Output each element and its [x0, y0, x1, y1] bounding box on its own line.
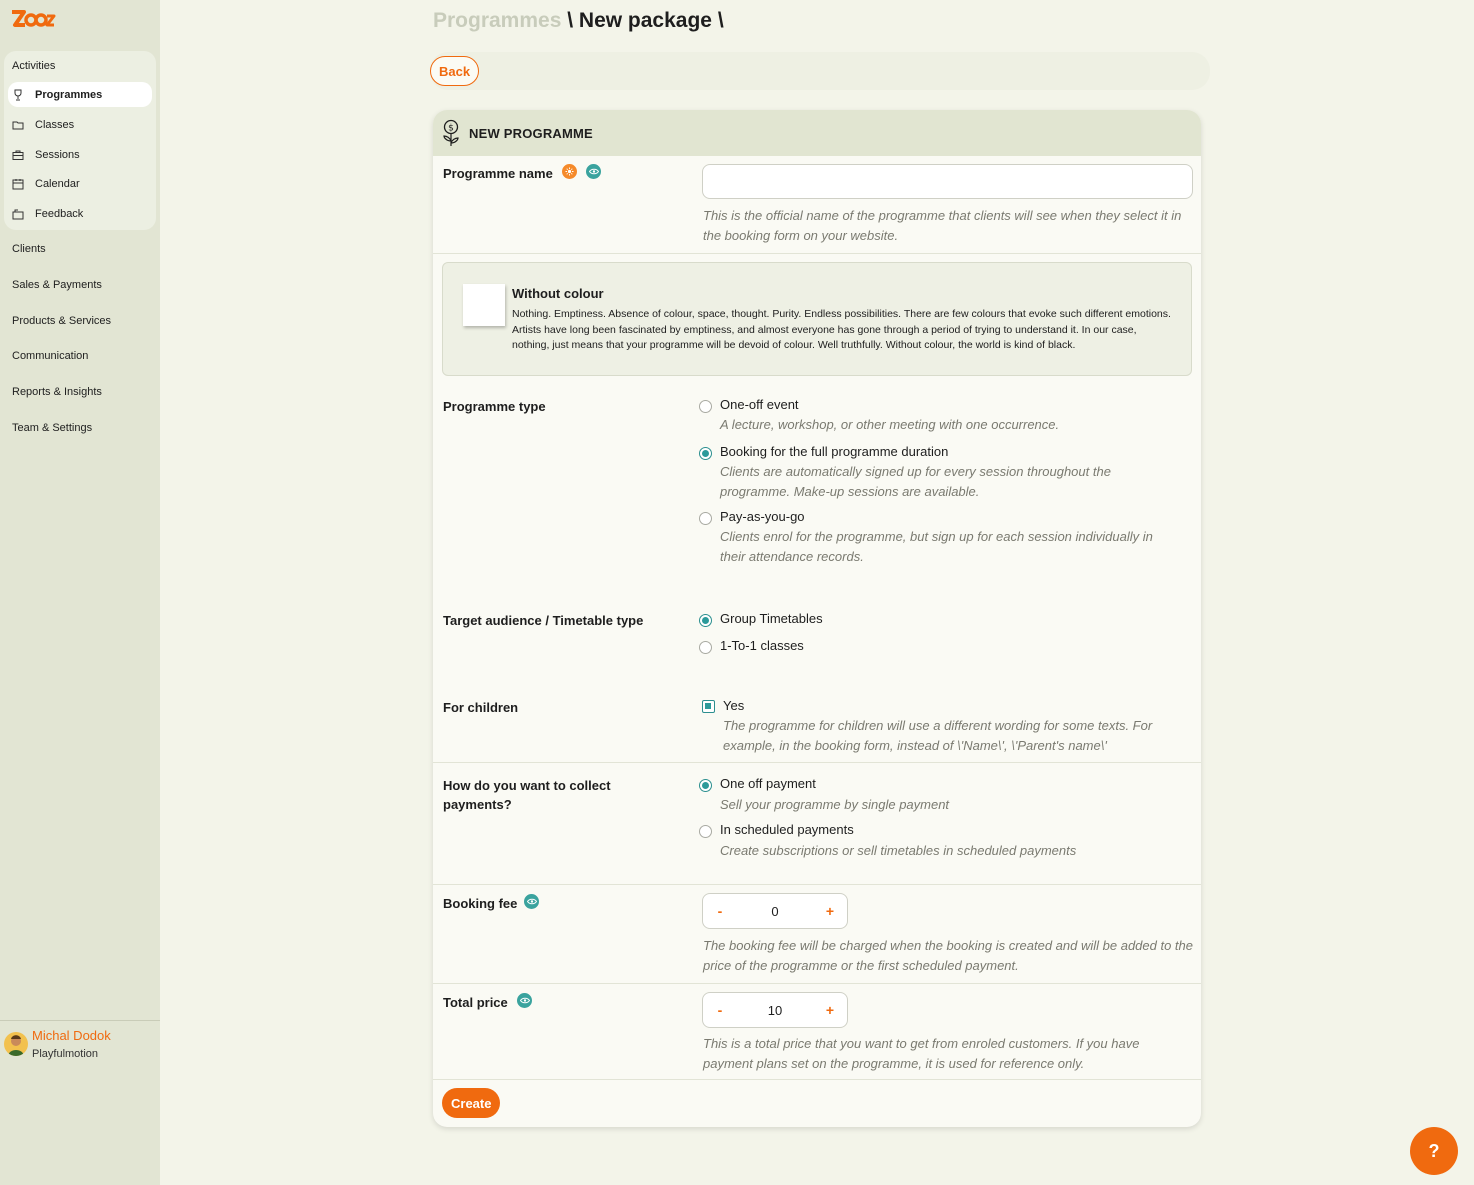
back-button[interactable]: Back: [430, 56, 480, 86]
programme-name-label: Programme name: [443, 166, 553, 181]
total-price-stepper: - 10 +: [702, 992, 848, 1028]
total-price-row: Total price - 10 + This is a total price…: [433, 984, 1201, 1080]
programme-name-row: Programme name This is the official name…: [433, 156, 1201, 254]
booking-fee-stepper: - 0 +: [702, 893, 848, 929]
sidebar-item-label: Feedback: [35, 207, 84, 220]
visible-to-clients-icon[interactable]: [524, 894, 539, 909]
increment-button[interactable]: +: [813, 993, 847, 1027]
nav-products-services[interactable]: Products & Services: [12, 315, 111, 327]
visible-to-clients-icon[interactable]: [517, 993, 532, 1008]
sidebar-item-programmes[interactable]: Programmes: [8, 82, 152, 107]
booking-fee-row: Booking fee - 0 + The booking fee will b…: [433, 885, 1201, 984]
user-name: Michal Dodok: [32, 1028, 111, 1043]
avatar: [4, 1032, 28, 1056]
booking-fee-label: Booking fee: [443, 896, 518, 911]
hint-pay-as-you-go: Clients enrol for the programme, but sig…: [720, 529, 1153, 564]
question-icon: ?: [1428, 1140, 1440, 1161]
programme-type-row: Programme type One-off event A lecture, …: [433, 385, 1201, 763]
total-price-value[interactable]: 10: [737, 1003, 813, 1018]
decrement-button[interactable]: -: [703, 894, 737, 928]
option-pay-as-you-go[interactable]: Pay-as-you-go: [720, 509, 805, 524]
sidebar-item-classes[interactable]: Classes: [8, 112, 152, 137]
folder-icon: [11, 118, 25, 132]
feedback-icon: [11, 207, 25, 221]
hint-full-duration: Clients are automatically signed up for …: [720, 464, 1111, 499]
target-audience-label: Target audience / Timetable type: [443, 613, 644, 628]
total-price-hint: This is a total price that you want to g…: [703, 1036, 1140, 1071]
sidebar-item-label: Calendar: [35, 177, 80, 190]
nav-reports-insights[interactable]: Reports & Insights: [12, 386, 102, 398]
for-children-option[interactable]: Yes: [723, 698, 744, 713]
sidebar-item-sessions[interactable]: Sessions: [8, 142, 152, 167]
booking-fee-hint: The booking fee will be charged when the…: [703, 938, 1193, 973]
help-button[interactable]: ?: [1410, 1127, 1458, 1175]
visible-to-clients-icon[interactable]: [586, 164, 601, 179]
required-icon: [562, 164, 577, 179]
nav-team-settings[interactable]: Team & Settings: [12, 422, 92, 434]
user-profile[interactable]: Michal Dodok Playfulmotion: [0, 1020, 160, 1060]
radio-full-duration[interactable]: [699, 447, 712, 460]
option-group-timetables[interactable]: Group Timetables: [720, 611, 823, 626]
sidebar-item-label: Programmes: [35, 88, 103, 101]
trophy-icon: [11, 88, 25, 102]
booking-fee-value[interactable]: 0: [737, 904, 813, 919]
decrement-button[interactable]: -: [703, 993, 737, 1027]
programme-colour-picker[interactable]: Without colour Nothing. Emptiness. Absen…: [442, 262, 1192, 376]
money-plant-icon: $: [441, 119, 461, 147]
breadcrumb-separator: \: [711, 9, 724, 32]
sidebar-item-label: Sessions: [35, 148, 80, 161]
calendar-icon: [11, 177, 25, 191]
payments-label: How do you want to collect payments?: [443, 778, 611, 812]
nav-clients[interactable]: Clients: [12, 243, 46, 255]
sidebar-item-label: Classes: [35, 118, 75, 131]
total-price-label: Total price: [443, 995, 508, 1010]
breadcrumb-separator: \: [561, 9, 579, 32]
hint-one-off-event: A lecture, workshop, or other meeting wi…: [720, 417, 1060, 432]
programme-name-input[interactable]: [702, 164, 1193, 199]
colour-name: Without colour: [512, 286, 604, 301]
toolbar: Back: [430, 52, 1210, 90]
programme-name-hint: This is the official name of the program…: [703, 208, 1182, 243]
breadcrumb-programmes[interactable]: Programmes: [433, 9, 561, 32]
payments-row: How do you want to collect payments? One…: [433, 763, 1201, 885]
radio-one-off-event[interactable]: [699, 400, 712, 413]
radio-scheduled-payments[interactable]: [699, 825, 712, 838]
svg-text:$: $: [448, 124, 454, 134]
hint-one-off-payment: Sell your programme by single payment: [720, 797, 950, 812]
hint-scheduled-payments: Create subscriptions or sell timetables …: [720, 843, 1077, 858]
for-children-checkbox[interactable]: [702, 700, 715, 713]
card-header: $ NEW PROGRAMME: [433, 110, 1201, 156]
zooza-logo[interactable]: [10, 8, 56, 30]
page-title: New package: [578, 9, 712, 32]
sidebar: Activities Programmes Classes Sessions C…: [0, 0, 160, 1185]
option-full-duration[interactable]: Booking for the full programme duration: [720, 444, 948, 459]
sidebar-item-feedback[interactable]: Feedback: [8, 201, 152, 226]
increment-button[interactable]: +: [813, 894, 847, 928]
radio-group-timetables[interactable]: [699, 614, 712, 627]
breadcrumb: Programmes \ New package \: [433, 9, 724, 33]
for-children-label: For children: [443, 700, 519, 715]
sidebar-item-calendar[interactable]: Calendar: [8, 171, 152, 196]
new-programme-form: $ NEW PROGRAMME Programme name This is t…: [433, 110, 1201, 1127]
colour-swatch[interactable]: [463, 284, 505, 326]
option-scheduled-payments[interactable]: In scheduled payments: [720, 822, 854, 837]
card-title: NEW PROGRAMME: [469, 125, 593, 141]
nav-communication[interactable]: Communication: [12, 350, 88, 362]
radio-one-off-payment[interactable]: [699, 779, 712, 792]
option-1-to-1-classes[interactable]: 1-To-1 classes: [720, 638, 804, 653]
briefcase-icon: [11, 148, 25, 162]
option-one-off-event[interactable]: One-off event: [720, 397, 799, 412]
nav-activities[interactable]: Activities: [12, 60, 55, 72]
nav-sales-payments[interactable]: Sales & Payments: [12, 279, 102, 291]
for-children-hint: The programme for children will use a di…: [723, 718, 1153, 753]
option-one-off-payment[interactable]: One off payment: [720, 776, 816, 791]
radio-pay-as-you-go[interactable]: [699, 512, 712, 525]
programme-type-label: Programme type: [443, 399, 546, 414]
create-button[interactable]: Create: [442, 1088, 501, 1118]
colour-description: Nothing. Emptiness. Absence of colour, s…: [512, 308, 1171, 351]
radio-1-to-1-classes[interactable]: [699, 641, 712, 654]
user-organisation: Playfulmotion: [32, 1048, 99, 1060]
